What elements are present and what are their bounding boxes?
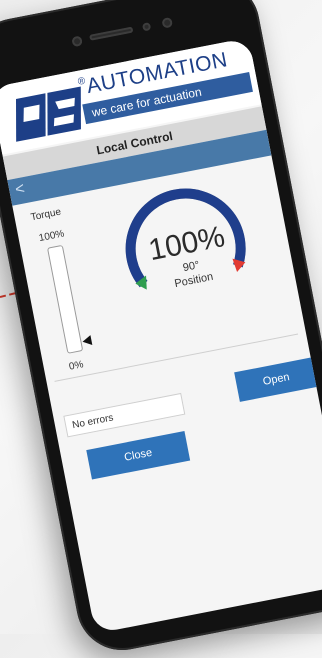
earpiece-icon	[89, 26, 134, 41]
torque-label: Torque	[29, 206, 63, 224]
open-button[interactable]: Open	[234, 357, 319, 402]
iris-scanner-icon	[161, 16, 174, 29]
chevron-left-icon[interactable]: <	[14, 180, 27, 199]
torque-min-label: 0%	[68, 359, 85, 373]
front-camera-icon	[71, 35, 83, 48]
torque-bar-fill	[68, 350, 83, 353]
error-status-field: No errors	[63, 392, 186, 438]
app-screen: ®AUTOMATION we care for actuation Local …	[0, 37, 322, 634]
torque-marker-icon	[81, 335, 93, 347]
close-button[interactable]: Close	[86, 430, 191, 480]
torque-bar	[46, 244, 84, 354]
phone-frame: ®AUTOMATION we care for actuation Local …	[0, 0, 322, 658]
torque-max-label: 100%	[38, 228, 66, 245]
ps-logo-icon	[15, 86, 81, 142]
sensor-icon	[141, 22, 152, 32]
